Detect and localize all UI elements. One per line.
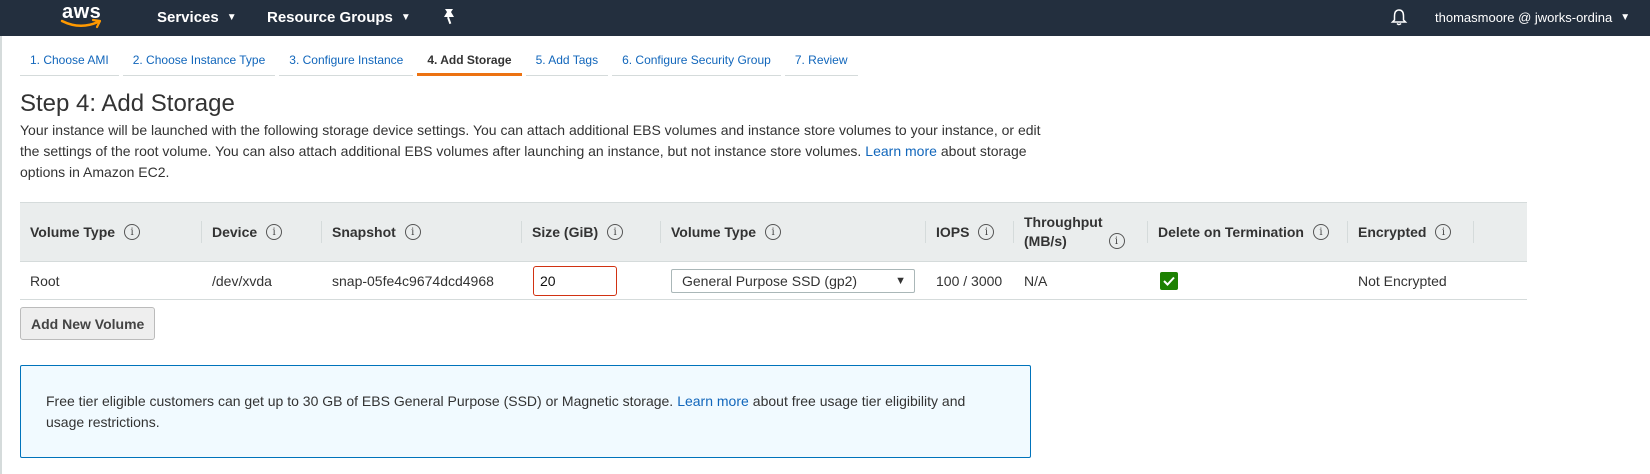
info-icon[interactable]: i	[1108, 233, 1125, 249]
header-device: Device i	[202, 203, 322, 261]
storage-table: Volume Type i Device i Snapshot i Size (GiB…	[20, 202, 1527, 300]
header-encrypted-label: Encrypted	[1358, 224, 1427, 240]
page-title: Step 4: Add Storage	[20, 90, 235, 117]
header-device-label: Device	[212, 224, 258, 240]
tab-choose-instance-type[interactable]: 2. Choose Instance Type	[122, 52, 276, 76]
volume-type-select-value: General Purpose SSD (gp2)	[682, 272, 858, 289]
header-throughput-line1: Throughput	[1024, 214, 1103, 230]
info-icon[interactable]: i	[765, 224, 782, 240]
tab-configure-instance[interactable]: 3. Configure Instance	[279, 52, 414, 76]
chevron-down-icon: ▼	[895, 274, 906, 287]
cell-encrypted: Not Encrypted	[1358, 272, 1447, 289]
resource-groups-label: Resource Groups	[267, 8, 393, 26]
header-delete-on-termination: Delete on Termination i	[1148, 203, 1348, 261]
header-size-label: Size (GiB)	[532, 224, 599, 240]
chevron-down-icon: ▼	[400, 11, 411, 23]
info-icon[interactable]: i	[607, 224, 624, 240]
cell-volume-type: Root	[30, 272, 60, 289]
header-volume-type: Volume Type i	[20, 203, 202, 261]
cell-size	[522, 262, 617, 299]
info-icon[interactable]: i	[1312, 224, 1329, 240]
info-icon[interactable]: i	[1435, 224, 1452, 240]
header-iops: IOPS i	[926, 203, 1014, 261]
header-snapshot: Snapshot i	[322, 203, 522, 261]
table-row: Root /dev/xvda snap-05fe4c9674dcd4968 Ge…	[20, 262, 1527, 300]
tab-choose-ami[interactable]: 1. Choose AMI	[20, 52, 119, 76]
top-navigation-bar: aws Services ▼ Resource Groups ▼ thomasm…	[0, 0, 1650, 36]
info-icon[interactable]: i	[404, 224, 421, 240]
tab-configure-security-group[interactable]: 6. Configure Security Group	[612, 52, 781, 76]
header-iops-label: IOPS	[936, 224, 970, 240]
info-box-text: Free tier eligible customers can get up …	[46, 393, 674, 409]
header-size: Size (GiB) i	[522, 203, 661, 261]
header-encrypted: Encrypted i	[1348, 203, 1474, 261]
cell-throughput: N/A	[1024, 272, 1048, 289]
cell-snapshot: snap-05fe4c9674dcd4968	[332, 272, 494, 289]
left-border	[0, 36, 2, 474]
delete-on-termination-checkbox[interactable]	[1160, 271, 1178, 290]
resource-groups-menu[interactable]: Resource Groups ▼	[267, 0, 411, 34]
wizard-steps: 1. Choose AMI 2. Choose Instance Type 3.…	[20, 52, 862, 76]
header-volume-type-select-label: Volume Type	[671, 224, 757, 240]
services-label: Services	[157, 8, 219, 26]
check-icon	[1163, 276, 1175, 286]
info-learn-more-link[interactable]: Learn more	[677, 393, 749, 409]
services-menu[interactable]: Services ▼	[157, 0, 237, 34]
chevron-down-icon: ▼	[1620, 11, 1631, 23]
tab-add-tags[interactable]: 5. Add Tags	[525, 52, 609, 76]
tab-review[interactable]: 7. Review	[784, 52, 858, 76]
pin-icon[interactable]	[442, 8, 456, 26]
info-icon[interactable]: i	[266, 224, 283, 240]
page-description: Your instance will be launched with the …	[20, 120, 1060, 183]
learn-more-link[interactable]: Learn more	[865, 143, 937, 159]
header-delete-on-termination-label: Delete on Termination	[1158, 224, 1304, 240]
cell-volume-type-select: General Purpose SSD (gp2) ▼	[661, 262, 915, 299]
cell-device: /dev/xvda	[212, 272, 272, 289]
info-icon[interactable]: i	[978, 224, 995, 240]
header-throughput-label: Throughput (MB/s)	[1024, 213, 1103, 251]
header-throughput-line2: (MB/s)	[1024, 233, 1067, 249]
header-throughput: Throughput (MB/s) i	[1014, 203, 1148, 261]
add-new-volume-button[interactable]: Add New Volume	[20, 307, 156, 340]
account-label: thomasmoore @ jworks-ordina	[1435, 9, 1613, 25]
header-volume-type-select: Volume Type i	[661, 203, 926, 261]
header-volume-type-label: Volume Type	[30, 224, 116, 240]
aws-smile-icon	[60, 18, 102, 29]
table-header: Volume Type i Device i Snapshot i Size (GiB…	[20, 202, 1527, 262]
free-tier-info-box: Free tier eligible customers can get up …	[20, 365, 1031, 458]
size-input[interactable]	[533, 265, 617, 296]
tab-add-storage[interactable]: 4. Add Storage	[417, 52, 522, 76]
cell-delete-on-termination	[1148, 262, 1178, 299]
account-menu[interactable]: thomasmoore @ jworks-ordina ▼	[1435, 0, 1630, 34]
aws-logo[interactable]: aws	[60, 0, 110, 34]
chevron-down-icon: ▼	[226, 11, 237, 23]
bell-icon[interactable]	[1390, 8, 1408, 26]
info-icon[interactable]: i	[124, 224, 141, 240]
cell-iops: 100 / 3000	[936, 272, 1003, 289]
header-snapshot-label: Snapshot	[332, 224, 396, 240]
volume-type-select[interactable]: General Purpose SSD (gp2) ▼	[671, 268, 915, 293]
